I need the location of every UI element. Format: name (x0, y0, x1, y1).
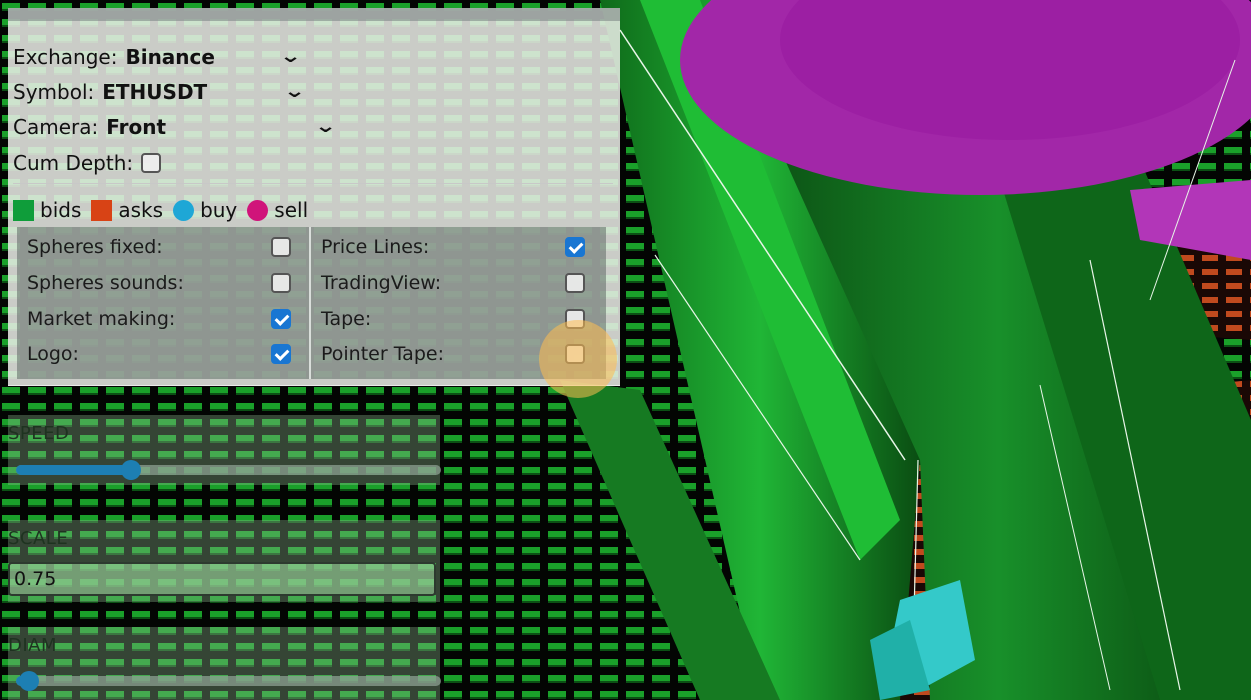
option-spheres-fixed-checkbox[interactable] (271, 237, 291, 257)
cum-depth-label: Cum Depth: (13, 151, 134, 175)
legend-asks-swatch (91, 199, 113, 221)
symbol-label: Symbol: (13, 80, 95, 104)
option-price-lines-checkbox[interactable] (565, 237, 585, 257)
legend-asks-label: asks (118, 198, 164, 222)
legend-sell-label: sell (274, 198, 309, 222)
chevron-down-icon[interactable]: ⌄ (283, 81, 306, 102)
legend-buy-label: buy (200, 198, 238, 222)
legend-bids-swatch (13, 199, 34, 221)
divider (13, 183, 613, 184)
option-logo-label: Logo: (27, 343, 79, 365)
exchange-value: Binance (125, 45, 215, 69)
column-separator (309, 227, 311, 379)
option-pointer-tape-label: Pointer Tape: (321, 343, 444, 365)
settings-panel: Exchange: Binance ⌄ Symbol: ETHUSDT ⌄ Ca… (8, 8, 620, 398)
panel-header-bar (8, 8, 620, 21)
option-tradingview-row: TradingView: (321, 266, 591, 300)
scale-title: SCALE (8, 528, 69, 549)
option-spheres-sounds-label: Spheres sounds: (27, 272, 184, 294)
option-market-making-row: Market making: (27, 302, 297, 336)
option-tape-label: Tape: (321, 308, 372, 330)
option-market-making-checkbox[interactable] (271, 309, 291, 329)
option-pointer-tape-checkbox[interactable] (565, 344, 585, 364)
speed-slider-thumb[interactable] (121, 460, 141, 480)
option-spheres-sounds-checkbox[interactable] (271, 273, 291, 293)
speed-slider[interactable] (16, 460, 441, 480)
exchange-dropdown[interactable]: Exchange: Binance ⌄ (13, 42, 313, 72)
legend: bids asks buy sell (13, 196, 318, 224)
exchange-label: Exchange: (13, 45, 118, 69)
legend-buy-swatch (173, 199, 195, 221)
option-spheres-sounds-row: Spheres sounds: (27, 266, 297, 300)
option-pointer-tape-row: Pointer Tape: (321, 337, 591, 371)
diam-slider[interactable] (16, 671, 441, 691)
cum-depth-row: Cum Depth: (13, 148, 162, 178)
chevron-down-icon[interactable]: ⌄ (314, 116, 337, 137)
diam-section: DIAM (8, 627, 441, 700)
option-tradingview-checkbox[interactable] (565, 273, 585, 293)
camera-value: Front (106, 115, 167, 139)
legend-sell-swatch (247, 199, 269, 221)
cum-depth-checkbox[interactable] (141, 153, 162, 173)
speed-title: SPEED (8, 423, 70, 444)
option-spheres-fixed-row: Spheres fixed: (27, 230, 297, 264)
chevron-down-icon[interactable]: ⌄ (279, 46, 302, 67)
option-price-lines-row: Price Lines: (321, 230, 591, 264)
options-grid: Spheres fixed: Spheres sounds: Market maki… (17, 227, 606, 379)
option-logo-checkbox[interactable] (271, 344, 291, 364)
option-logo-row: Logo: (27, 337, 297, 371)
option-tape-row: Tape: (321, 302, 591, 336)
symbol-dropdown[interactable]: Symbol: ETHUSDT ⌄ (13, 77, 313, 107)
camera-dropdown[interactable]: Camera: Front ⌄ (13, 112, 343, 142)
diam-title: DIAM (8, 635, 58, 656)
option-spheres-fixed-label: Spheres fixed: (27, 236, 163, 258)
scale-input[interactable] (8, 562, 436, 596)
option-tape-checkbox[interactable] (565, 309, 585, 329)
speed-section: SPEED (8, 415, 441, 485)
option-tradingview-label: TradingView: (321, 272, 442, 294)
diam-slider-thumb[interactable] (19, 671, 39, 691)
legend-bids-label: bids (40, 198, 82, 222)
symbol-value: ETHUSDT (102, 80, 208, 104)
camera-label: Camera: (13, 115, 99, 139)
speed-slider-fill (16, 465, 131, 475)
option-market-making-label: Market making: (27, 308, 176, 330)
option-price-lines-label: Price Lines: (321, 236, 430, 258)
